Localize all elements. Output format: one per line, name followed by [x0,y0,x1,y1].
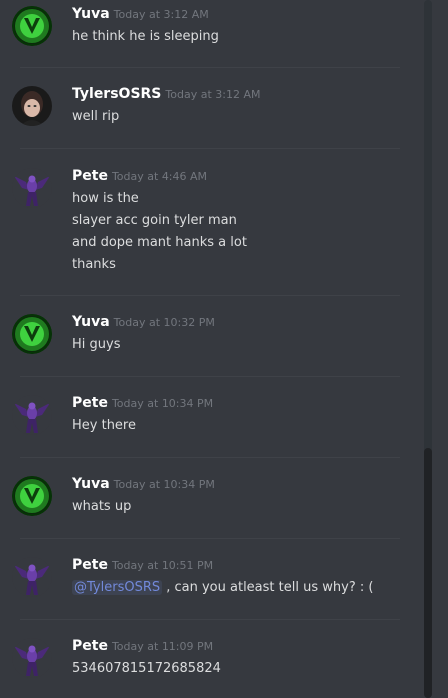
message-text: , can you atleast tell us why? : ( [162,580,374,595]
message-content: he think he is sleeping [72,26,219,48]
message-content: Hi guys [72,334,120,356]
message-divider [20,457,400,458]
message-divider [20,295,400,296]
message-header: Pete Today at 10:51 PM [72,554,213,576]
message-line: slayer acc goin tyler man [72,213,237,228]
username[interactable]: Yuva [72,6,110,22]
message-divider [20,619,400,620]
green-avatar-icon[interactable] [12,476,52,516]
message-line: Hey there [72,418,136,433]
timestamp: Today at 10:32 PM [113,316,215,329]
purple-demon-avatar-icon[interactable] [12,638,52,678]
green-avatar-icon[interactable] [12,6,52,46]
message-header: Yuva Today at 10:34 PM [72,473,215,495]
timestamp: Today at 11:09 PM [111,640,214,653]
message-content: whats up [72,496,131,518]
photo-avatar-icon[interactable] [12,86,52,126]
username[interactable]: Pete [72,168,108,184]
message-header: Yuva Today at 3:12 AM [72,3,209,25]
message-line: Hi guys [72,337,121,352]
message-divider [20,376,400,377]
username[interactable]: Pete [72,557,108,573]
green-avatar-icon[interactable] [12,314,52,354]
message-line: and dope mant hanks a lot [72,235,247,250]
timestamp: Today at 3:12 AM [113,8,209,21]
timestamp: Today at 10:34 PM [111,397,214,410]
timestamp: Today at 4:46 AM [111,170,208,183]
username[interactable]: TylersOSRS [72,86,161,102]
timestamp: Today at 10:51 PM [111,559,214,572]
message-content: well rip [72,106,119,128]
username[interactable]: Pete [72,395,108,411]
purple-demon-avatar-icon[interactable] [12,395,52,435]
message-divider [20,148,400,149]
scrollbar-thumb[interactable] [424,448,432,698]
chat-messages[interactable]: Yuva Today at 3:12 AM he think he is slee… [0,0,448,698]
message-line: thanks [72,257,116,272]
user-mention[interactable]: @TylersOSRS [72,580,163,595]
message-content: 534607815172685824 [72,658,221,680]
purple-demon-avatar-icon[interactable] [12,168,52,208]
username[interactable]: Yuva [72,476,110,492]
username[interactable]: Yuva [72,314,110,330]
message-header: TylersOSRS Today at 3:12 AM [72,83,260,105]
message-line: well rip [72,109,120,124]
message-divider [20,538,400,539]
message-content: @TylersOSRS , can you atleast tell us wh… [72,577,373,599]
username[interactable]: Pete [72,638,108,654]
message-divider [20,67,400,68]
message-header: Pete Today at 4:46 AM [72,165,207,187]
message-line: 534607815172685824 [72,661,221,676]
message-line: whats up [72,499,132,514]
timestamp: Today at 3:12 AM [165,88,261,101]
message-content: how is the slayer acc goin tyler man and… [72,188,247,276]
message-header: Yuva Today at 10:32 PM [72,311,215,333]
message-line: @TylersOSRS , can you atleast tell us wh… [72,577,373,599]
message-header: Pete Today at 10:34 PM [72,392,213,414]
purple-demon-avatar-icon[interactable] [12,557,52,597]
timestamp: Today at 10:34 PM [113,478,215,491]
message-line: he think he is sleeping [72,29,219,44]
message-header: Pete Today at 11:09 PM [72,635,213,657]
message-content: Hey there [72,415,136,437]
message-line: how is the [72,191,139,206]
